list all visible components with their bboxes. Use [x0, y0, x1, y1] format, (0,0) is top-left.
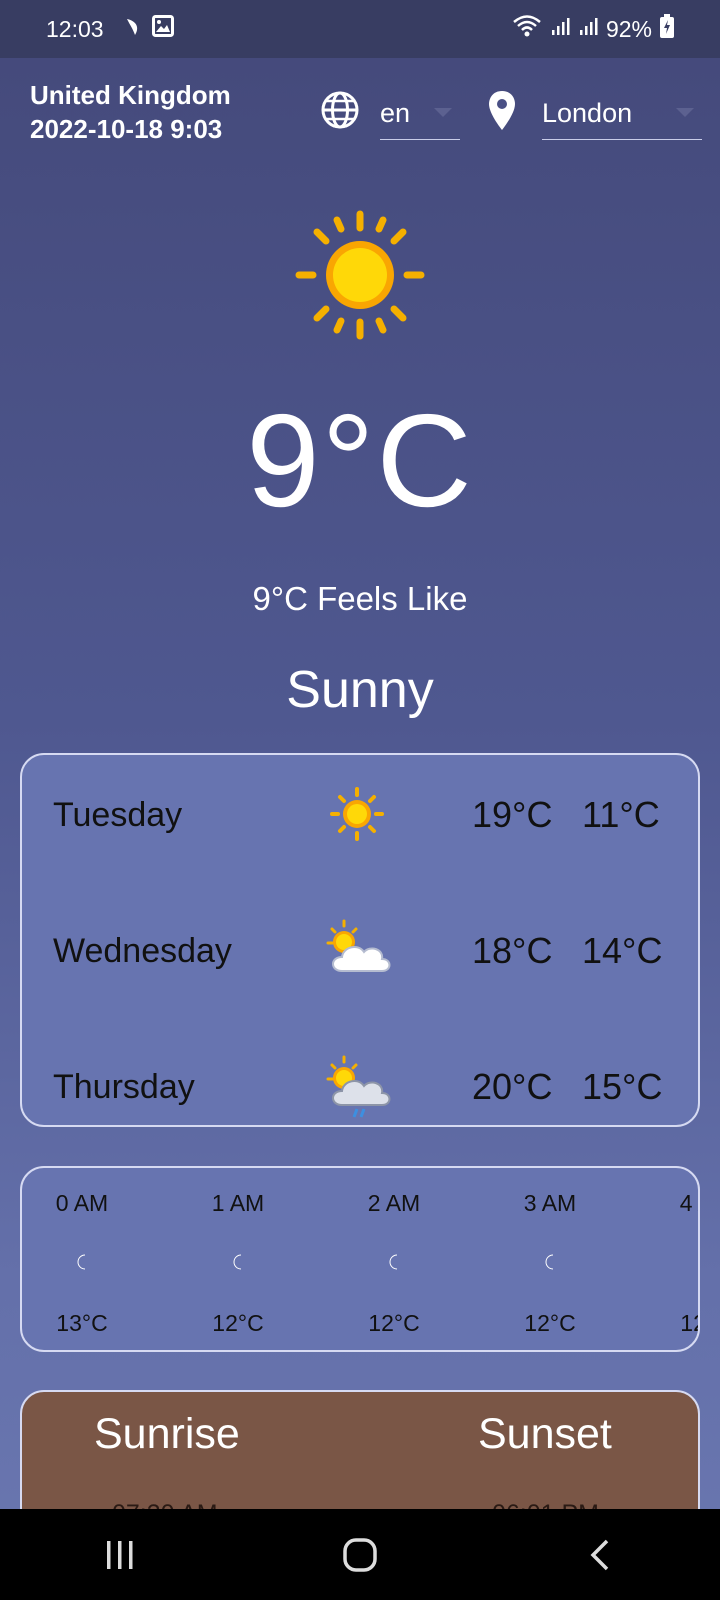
current-datetime: 2022-10-18 9:03 — [30, 114, 223, 144]
country-name: United Kingdom — [30, 80, 231, 110]
day-name: Tuesday — [53, 795, 183, 834]
hour-label: 1 AM — [211, 1190, 265, 1216]
status-bar: 12:03 92% — [0, 0, 720, 58]
hour-label: 3 AM — [523, 1190, 577, 1216]
day-name: Thursday — [53, 1067, 195, 1106]
hour-label: 0 AM — [55, 1190, 109, 1216]
day-name: Wednesday — [53, 931, 232, 970]
status-time: 12:03 — [46, 15, 104, 42]
daily-row: Thursday 20°C 15°C — [22, 1047, 698, 1125]
notification-icon — [124, 16, 142, 43]
signal-icon — [578, 16, 598, 43]
hourly-item: 3 AM 12°C — [490, 1168, 610, 1350]
location-pin-icon — [487, 90, 517, 132]
day-low-temp: 11°C — [582, 794, 660, 835]
feels-like: 9°C Feels Like — [252, 580, 468, 617]
sunset-label: Sunset — [478, 1410, 612, 1458]
moon-icon — [231, 1254, 245, 1270]
hourly-item: 4 AM 12°C — [646, 1168, 700, 1350]
daily-forecast-card: Tuesday 19°C 11°C Wednesday 18°C 14°C Th… — [20, 753, 700, 1127]
language-select[interactable]: en — [380, 88, 460, 140]
battery-icon — [660, 14, 674, 44]
gallery-icon — [151, 15, 174, 43]
sunrise-label: Sunrise — [94, 1410, 240, 1458]
hour-label: 2 AM — [367, 1190, 421, 1216]
hour-temp: 12°C — [680, 1310, 698, 1336]
moon-icon — [699, 1254, 700, 1270]
daily-row: Wednesday 18°C 14°C — [22, 911, 698, 991]
current-temperature: 9°C — [246, 387, 474, 534]
home-button[interactable] — [330, 1525, 390, 1585]
hourly-forecast-card[interactable]: 0 AM 13°C 1 AM 12°C 2 AM 12°C 3 AM 12°C … — [20, 1166, 700, 1352]
moon-icon — [75, 1254, 89, 1270]
day-low-temp: 15°C — [582, 1066, 663, 1107]
day-low-temp: 14°C — [582, 930, 663, 971]
chevron-down-icon — [434, 108, 452, 117]
day-high-temp: 18°C — [472, 930, 553, 971]
city-value: London — [542, 98, 633, 128]
globe-icon — [320, 90, 360, 130]
recent-apps-button[interactable] — [90, 1525, 150, 1585]
navigation-bar — [0, 1509, 720, 1600]
daily-row: Tuesday 19°C 11°C — [22, 775, 698, 855]
chevron-down-icon — [676, 108, 694, 117]
hour-temp: 13°C — [56, 1310, 108, 1336]
day-high-temp: 20°C — [472, 1066, 553, 1107]
hour-label: 4 AM — [679, 1190, 698, 1216]
city-select[interactable]: London — [542, 88, 702, 140]
battery-percent: 92% — [605, 15, 652, 42]
sun-icon — [312, 779, 402, 849]
day-high-temp: 19°C — [472, 794, 553, 835]
hourly-item: 0 AM 13°C — [22, 1168, 142, 1350]
back-button[interactable] — [570, 1525, 630, 1585]
language-value: en — [380, 98, 411, 128]
hourly-item: 1 AM 12°C — [178, 1168, 298, 1350]
sun-icon — [295, 210, 425, 340]
cloud-rain-sun-icon — [312, 1051, 402, 1121]
location-header: United Kingdom 2022-10-18 9:03 — [30, 78, 231, 146]
moon-icon — [387, 1254, 401, 1270]
hour-temp: 12°C — [368, 1310, 420, 1336]
signal-icon — [550, 16, 570, 43]
hour-temp: 12°C — [212, 1310, 264, 1336]
hourly-item: 2 AM 12°C — [334, 1168, 454, 1350]
hour-temp: 12°C — [524, 1310, 576, 1336]
moon-icon — [543, 1254, 557, 1270]
wifi-icon — [512, 14, 542, 44]
partly-cloudy-icon — [312, 915, 402, 985]
weather-condition: Sunny — [286, 661, 434, 719]
